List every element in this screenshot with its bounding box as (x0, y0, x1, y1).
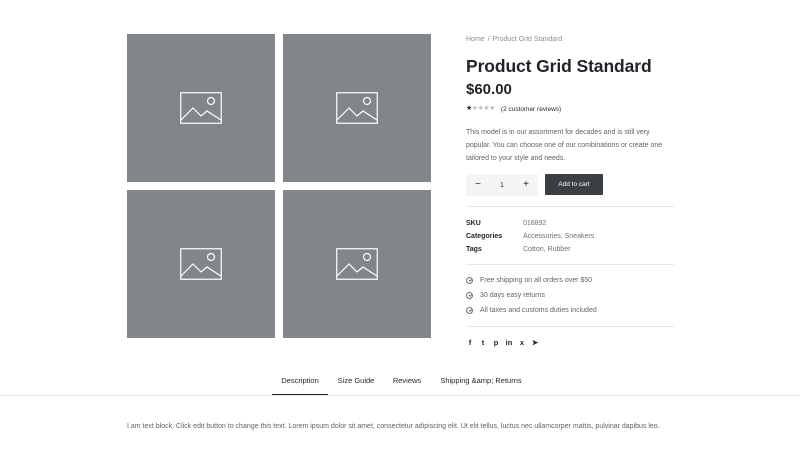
tab-size-guide[interactable]: Size Guide (335, 370, 377, 394)
rating-row: ★★★★★ (2 customer reviews) (466, 104, 674, 114)
share-buttons: f t p in x ➤ (466, 335, 674, 349)
image-placeholder-icon (336, 92, 378, 124)
pinterest-icon[interactable]: p (492, 338, 500, 347)
tab-content-text: I am text block. Click edit button to ch… (127, 423, 660, 430)
facebook-icon[interactable]: f (466, 338, 474, 347)
product-description: This model is in our assortment for deca… (466, 129, 663, 162)
quantity-stepper: − 1 + (466, 174, 538, 196)
tab-reviews[interactable]: Reviews (388, 370, 426, 394)
feature-list: Free shipping on all orders over $50 30 … (466, 273, 674, 318)
quantity-input[interactable]: 1 (500, 182, 504, 189)
quantity-minus-button[interactable]: − (466, 174, 490, 196)
image-placeholder-icon (180, 248, 222, 280)
star-icon: ★ (489, 105, 495, 112)
sku-value: 016892 (523, 220, 547, 227)
product-summary: Home / Product Grid Standard Product Grid … (466, 34, 674, 349)
breadcrumb-home-link[interactable]: Home (466, 36, 485, 43)
product-image-4[interactable] (283, 190, 431, 338)
categories-label: Categories (466, 233, 503, 240)
check-circle-icon (466, 292, 473, 299)
product-title: Product Grid Standard (466, 56, 652, 76)
breadcrumb-current: Product Grid Standard (492, 36, 563, 43)
product-price: $60.00 (466, 81, 512, 98)
image-placeholder-icon (336, 248, 378, 280)
image-placeholder-icon (180, 92, 222, 124)
list-item: 30 days easy returns (466, 288, 674, 303)
tags-value[interactable]: Cotton, Rubber (523, 243, 570, 256)
product-image-3[interactable] (127, 190, 275, 338)
twitter-icon[interactable]: t (479, 338, 487, 347)
meta-row-tags: Tags Cotton, Rubber (466, 243, 674, 256)
feature-text: 30 days easy returns (480, 292, 545, 299)
divider (466, 264, 674, 265)
tags-label: Tags (466, 246, 482, 253)
meta-row-categories: Categories Accessories, Sneakers (466, 230, 674, 243)
product-image-2[interactable] (283, 34, 431, 182)
product-tabs: Description Size Guide Reviews Shipping … (0, 370, 800, 395)
linkedin-icon[interactable]: in (505, 338, 513, 347)
breadcrumb-separator: / (487, 36, 490, 43)
product-meta: SKU 016892 Categories Accessories, Sneaker… (466, 217, 674, 256)
product-image-1[interactable] (127, 34, 275, 182)
list-item: Free shipping on all orders over $50 (466, 273, 674, 288)
cart-form: − 1 + Add to cart (466, 174, 674, 196)
reviews-link[interactable]: (2 customer reviews) (501, 106, 561, 113)
divider (466, 326, 674, 327)
check-circle-icon (466, 277, 473, 284)
categories-value[interactable]: Accessories, Sneakers (523, 230, 594, 243)
tab-description[interactable]: Description (272, 370, 328, 395)
add-to-cart-button[interactable]: Add to cart (545, 174, 603, 195)
breadcrumb: Home / Product Grid Standard (466, 35, 674, 45)
feature-text: Free shipping on all orders over $50 (480, 277, 593, 284)
quantity-plus-button[interactable]: + (514, 174, 538, 196)
list-item: All taxes and customs duties included (466, 303, 674, 318)
meta-row-sku: SKU 016892 (466, 217, 674, 230)
check-circle-icon (466, 307, 473, 314)
feature-text: All taxes and customs duties included (480, 307, 597, 314)
tabs-divider (0, 395, 800, 396)
xing-icon[interactable]: x (518, 338, 526, 347)
sku-label: SKU (466, 220, 481, 227)
divider (466, 206, 674, 207)
tab-shipping-returns[interactable]: Shipping &amp; Returns (438, 370, 524, 394)
star-rating: ★★★★★ (466, 104, 495, 114)
telegram-icon[interactable]: ➤ (531, 338, 539, 347)
